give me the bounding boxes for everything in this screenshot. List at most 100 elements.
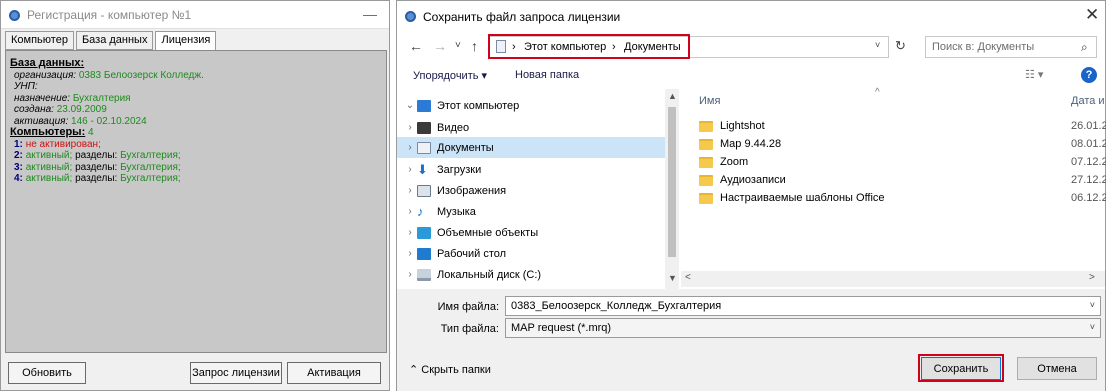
tree-item-music[interactable]: › ♪ Музыка [397, 201, 665, 222]
tree-item-label: Локальный диск (C:) [437, 268, 542, 281]
search-box[interactable]: Поиск в: Документы ⌕ [925, 36, 1097, 58]
scroll-down-icon[interactable]: ▼ [668, 273, 677, 283]
activation-button[interactable]: Активация [287, 362, 381, 384]
file-list-scrollbar[interactable]: < > [681, 271, 1105, 287]
tab-database[interactable]: База данных [75, 31, 154, 50]
collapsed-chevron-icon[interactable]: › [403, 164, 417, 175]
minimize-icon[interactable]: — [363, 6, 377, 22]
filetype-dropdown-chevron-icon[interactable]: ˅ [1090, 322, 1095, 332]
organize-button[interactable]: Упорядочить ▾ [413, 69, 487, 82]
tree-item-label: Рабочий стол [437, 247, 507, 260]
search-input[interactable]: Поиск в: Документы [932, 41, 1034, 53]
file-row[interactable]: Map 9.44.28 08.01.2 [699, 135, 1106, 153]
folder-icon [699, 192, 713, 204]
dialog-bottom: Имя файла: 0383_Белоозерск_Колледж_Бухга… [397, 289, 1105, 391]
filename-label: Имя файла: [437, 301, 499, 313]
tree-item-label: Видео [437, 121, 470, 134]
collapsed-chevron-icon[interactable]: › [403, 269, 417, 280]
file-date: 06.12.2 [1071, 192, 1106, 204]
db-activation-label: активация: [14, 115, 69, 127]
scroll-up-icon[interactable]: ▲ [668, 91, 677, 101]
collapsed-chevron-icon[interactable]: › [403, 248, 417, 259]
search-icon[interactable]: ⌕ [1081, 40, 1088, 55]
app-icon [9, 10, 20, 21]
tree-item-label: Изображения [437, 184, 507, 197]
registration-window: Регистрация - компьютер №1 — Компьютер Б… [0, 0, 390, 391]
computer-sections-label: разделы: [75, 161, 118, 173]
collapsed-chevron-icon[interactable]: › [403, 206, 417, 217]
collapsed-chevron-icon[interactable]: › [403, 142, 417, 153]
collapsed-chevron-icon[interactable]: › [403, 227, 417, 238]
db-activation-value: 146 - 02.10.2024 [71, 115, 147, 127]
pictures-icon [417, 184, 431, 197]
documents-icon [417, 141, 431, 154]
forward-arrow-icon[interactable]: → [433, 38, 447, 54]
scroll-left-icon[interactable]: < [685, 272, 691, 283]
tree-item-desktop[interactable]: › Рабочий стол [397, 243, 665, 264]
db-created-value: 23.09.2009 [56, 104, 107, 115]
filetype-label: Тип файла: [440, 323, 499, 335]
tab-license[interactable]: Лицензия [155, 31, 217, 51]
computers-count: 4 [88, 127, 94, 138]
scroll-right-icon[interactable]: > [1089, 272, 1095, 283]
file-row[interactable]: Lightshot 26.01.2 [699, 117, 1106, 135]
help-icon[interactable]: ? [1081, 67, 1097, 83]
close-icon[interactable]: ✕ [1085, 5, 1099, 25]
tree-item-local-disk[interactable]: › Локальный диск (C:) [397, 264, 665, 285]
license-info: База данных: организация: 0383 Белоозерс… [10, 57, 204, 185]
computer-status: активный; [25, 150, 73, 161]
save-button[interactable]: Сохранить [921, 357, 1001, 380]
file-row[interactable]: Zoom 07.12.2 [699, 153, 1106, 171]
tree-item-video[interactable]: › Видео [397, 117, 665, 138]
file-list: ^ Имя Дата и Lightshot 26.01.2 Map 9.44.… [681, 87, 1106, 287]
collapse-chevron-icon: ⌃ [409, 364, 419, 376]
breadcrumb-separator: › [612, 41, 616, 53]
scroll-thumb[interactable] [668, 107, 676, 257]
folder-icon [699, 120, 713, 132]
view-options-icon[interactable]: ☷ ▾ [1025, 68, 1043, 81]
computers-header: Компьютеры: [10, 126, 86, 138]
dialog-titlebar: Сохранить файл запроса лицензии ✕ [397, 1, 1105, 31]
refresh-button[interactable]: Обновить [8, 362, 86, 384]
downloads-icon: ⬇ [417, 161, 428, 177]
tree-item-downloads[interactable]: › ⬇ Загрузки [397, 159, 665, 180]
address-dropdown-chevron-icon[interactable]: ˅ [875, 40, 880, 50]
tree-item-this-pc[interactable]: ⌄ Этот компьютер [397, 95, 665, 116]
refresh-icon[interactable]: ↻ [895, 38, 906, 54]
registration-window-title: Регистрация - компьютер №1 [27, 8, 192, 22]
tree-scrollbar[interactable]: ▲ ▼ [665, 89, 679, 289]
filename-dropdown-chevron-icon[interactable]: ˅ [1090, 300, 1095, 310]
column-header-date[interactable]: Дата и [1071, 95, 1105, 107]
breadcrumb-this-pc[interactable]: Этот компьютер [524, 41, 606, 53]
db-unp-label: УНП: [14, 81, 38, 92]
hide-folders-button[interactable]: ⌃ Скрыть папки [409, 363, 491, 376]
breadcrumb-documents[interactable]: Документы [624, 41, 681, 53]
filename-field[interactable]: 0383_Белоозерск_Колледж_Бухгалтерия ˅ [505, 296, 1101, 316]
tree-item-label: Документы [437, 141, 494, 154]
collapsed-chevron-icon[interactable]: › [403, 122, 417, 133]
tree-item-3d-objects[interactable]: › Объемные объекты [397, 222, 665, 243]
column-header-name[interactable]: Имя [699, 95, 720, 107]
computer-status: не активирован; [25, 138, 101, 150]
folder-icon [699, 156, 713, 168]
address-bar[interactable]: › Этот компьютер › Документы [489, 36, 889, 58]
new-folder-button[interactable]: Новая папка [515, 69, 579, 81]
computer-num: 2: [14, 150, 23, 161]
db-org-label: организация: [14, 69, 77, 81]
file-row[interactable]: Настраиваемые шаблоны Office 06.12.2 [699, 189, 1106, 207]
computer-sections-label: разделы: [75, 173, 118, 184]
recent-locations-chevron-icon[interactable]: ˅ [455, 40, 461, 51]
filetype-select[interactable]: MAP request (*.mrq) ˅ [505, 318, 1101, 338]
back-arrow-icon[interactable]: ← [409, 38, 423, 54]
license-request-button[interactable]: Запрос лицензии [190, 362, 282, 384]
computer-num: 4: [14, 173, 23, 184]
tree-item-pictures[interactable]: › Изображения [397, 180, 665, 201]
tab-computer[interactable]: Компьютер [5, 31, 74, 50]
tree-item-documents[interactable]: › Документы [397, 137, 665, 158]
collapsed-chevron-icon[interactable]: › [403, 185, 417, 196]
file-row[interactable]: Аудиозаписи 27.12.2 [699, 171, 1106, 189]
computer-status: активный; [25, 161, 73, 173]
up-arrow-icon[interactable]: ↑ [471, 38, 478, 54]
cancel-button[interactable]: Отмена [1017, 357, 1097, 380]
expand-chevron-icon[interactable]: ⌄ [403, 100, 417, 111]
